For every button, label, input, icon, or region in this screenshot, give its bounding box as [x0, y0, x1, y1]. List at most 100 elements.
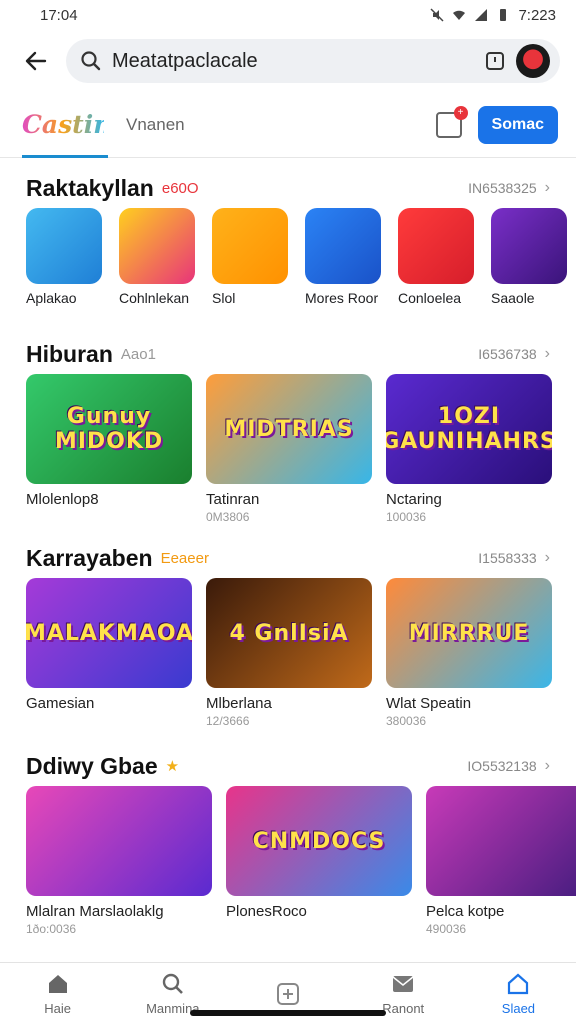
nav-label: Slaed [501, 1001, 536, 1016]
app-label: Cohlnlekan [119, 290, 190, 306]
game-title: Wlat Speatin [386, 695, 472, 712]
thumbnail-art-text: MIRRRUE [408, 620, 530, 646]
section-tag: ★ [165, 758, 180, 775]
chevron-right-icon[interactable]: › [545, 345, 550, 363]
game-card[interactable]: Mlalran Marslaolaklg 1ðo:0036 [26, 786, 212, 936]
card-row: Mlalran Marslaolaklg 1ðo:0036 CNMDOCS Plone… [0, 786, 576, 936]
avatar[interactable] [516, 44, 550, 78]
game-title: Mlolenlop8 [26, 491, 99, 508]
game-card[interactable]: Gunuy MIDOKD Mlolenlop8 [26, 374, 192, 524]
game-card[interactable]: 1OZI GAUNIHAHRS Nctaring 100036 [386, 374, 552, 524]
status-clock: 7:223 [518, 6, 556, 24]
game-title: Tatinran [206, 491, 260, 508]
game-thumbnail [26, 786, 212, 896]
chevron-right-icon[interactable]: › [545, 757, 550, 775]
thumbnail-art-text: Gunuy MIDOKD [54, 404, 164, 454]
app-item[interactable]: Cohlnlekan [119, 208, 195, 306]
notification-icon[interactable]: + [435, 105, 468, 138]
thumbnail-art-text: 1OZI GAUNIHAHRS [386, 404, 552, 454]
game-thumbnail: 4 GnlIsiA [206, 578, 372, 688]
boy-app-icon [491, 208, 567, 284]
game-card[interactable]: MALAKMAOA Gamesian [26, 578, 192, 728]
status-bar: 17:04 7:223 [0, 0, 576, 30]
section-tag: Eeaeer [160, 549, 209, 567]
app-label: Conloelea [398, 290, 462, 306]
game-subtitle: 100036 [386, 510, 427, 524]
section-hiburan: Hiburan Aao1 I6536738 › Gunuy MIDOKD Mlol… [0, 334, 576, 524]
section-header: Karrayaben Eeaeer I1558333 › [0, 538, 576, 578]
primary-button[interactable]: Somac [477, 105, 558, 144]
section-count[interactable]: IN6538325 [468, 180, 537, 196]
thumbnail-art-text: MIDTRIAS [224, 416, 354, 442]
nav-label: Haie [44, 1001, 71, 1016]
section-header: Ddiwy Gbae ★ IO5532138 › [0, 746, 576, 786]
tab-bar: Casting Vnanen + Somac [0, 92, 576, 158]
bear-app-icon [26, 208, 102, 284]
tab-logo[interactable]: Casting [22, 110, 129, 139]
search-row: Meatatpaclacale [0, 30, 576, 92]
app-row: Aplakao Cohlnlekan Slol Mores Roor Conloelea… [0, 208, 576, 306]
search-query: Meatatpaclacale [112, 49, 258, 72]
game-card[interactable]: MIDTRIAS Tatinran 0M3806 [206, 374, 372, 524]
section-title: Karrayaben [26, 544, 153, 571]
card-row: Gunuy MIDOKD Mlolenlop8 MIDTRIAS Tatinran 0M… [0, 374, 576, 524]
section-title: Raktakyllan [26, 174, 154, 201]
thumbnail-art-text: 4 GnlIsiA [229, 620, 349, 646]
game-thumbnail: 1OZI GAUNIHAHRS [386, 374, 552, 484]
app-label: Slol [212, 290, 236, 306]
section-count[interactable]: I1558333 [478, 550, 536, 566]
app-item[interactable]: Aplakao [26, 208, 102, 306]
home-icon [48, 975, 67, 993]
nav-item-haie[interactable]: Haie [0, 963, 115, 1024]
chevron-right-icon[interactable]: › [545, 549, 550, 567]
mute-icon [430, 8, 444, 22]
back-button[interactable] [20, 45, 52, 77]
game-thumbnail: MIRRRUE [386, 578, 552, 688]
game-title: Nctaring [386, 491, 442, 508]
game-thumbnail: MIDTRIAS [206, 374, 372, 484]
game-subtitle: 380036 [386, 714, 427, 728]
home-indicator[interactable] [190, 1010, 386, 1016]
app-label: Aplakao [26, 290, 77, 306]
section-tag: Aao1 [120, 345, 156, 363]
game-card[interactable]: CNMDOCS PlonesRoco [226, 786, 412, 936]
nav-item-slaed[interactable]: Slaed [461, 963, 576, 1024]
thumbnail-art-text: MALAKMAOA [26, 620, 192, 646]
game-thumbnail [426, 786, 576, 896]
game-subtitle: 12/3666 [206, 714, 250, 728]
app-item[interactable]: Mores Roor [305, 208, 381, 306]
scan-icon[interactable] [484, 50, 506, 72]
game-card[interactable]: 4 GnlIsiA Mlberlana 12/3666 [206, 578, 372, 728]
game-card[interactable]: MIRRRUE Wlat Speatin 380036 [386, 578, 552, 728]
game-subtitle: 1ðo:0036 [26, 922, 77, 936]
arrow-left-icon [25, 51, 47, 71]
rainbow-app-icon [119, 208, 195, 284]
app-label: Mores Roor [305, 290, 379, 306]
section-karrayaben: Karrayaben Eeaeer I1558333 › MALAKMAOA Ga… [0, 538, 576, 728]
section-count[interactable]: IO5532138 [467, 758, 536, 774]
game-title: Mlalran Marslaolaklg [26, 903, 164, 920]
section-count[interactable]: I6536738 [478, 346, 536, 362]
game-title: Pelca kotpe [426, 903, 505, 920]
tab-secondary[interactable]: Vnanen [126, 115, 185, 135]
active-tab-indicator [22, 155, 108, 158]
chevron-right-icon[interactable]: › [545, 179, 550, 197]
search-input[interactable]: Meatatpaclacale [66, 39, 560, 83]
app-item[interactable]: Conloelea [398, 208, 474, 306]
app-item[interactable]: Saaole [491, 208, 567, 306]
status-time: 17:04 [40, 6, 78, 24]
game-subtitle: 0M3806 [206, 510, 250, 524]
game-title: PlonesRoco [226, 903, 307, 920]
game-card[interactable]: Pelca kotpe 490036 [426, 786, 576, 936]
app-item[interactable]: Slol [212, 208, 288, 306]
odoow-app-icon [398, 208, 474, 284]
battery-icon [500, 9, 507, 21]
game-thumbnail: CNMDOCS [226, 786, 412, 896]
section-header: Hiburan Aao1 I6536738 › [0, 334, 576, 374]
mail-icon [392, 976, 414, 992]
search-app-icon [212, 208, 288, 284]
thumbnail-art-text: CNMDOCS [252, 828, 386, 854]
card-row: MALAKMAOA Gamesian 4 GnlIsiA Mlberlana 12/36… [0, 578, 576, 728]
shop-icon [508, 973, 529, 995]
add-square-icon [277, 982, 299, 1005]
